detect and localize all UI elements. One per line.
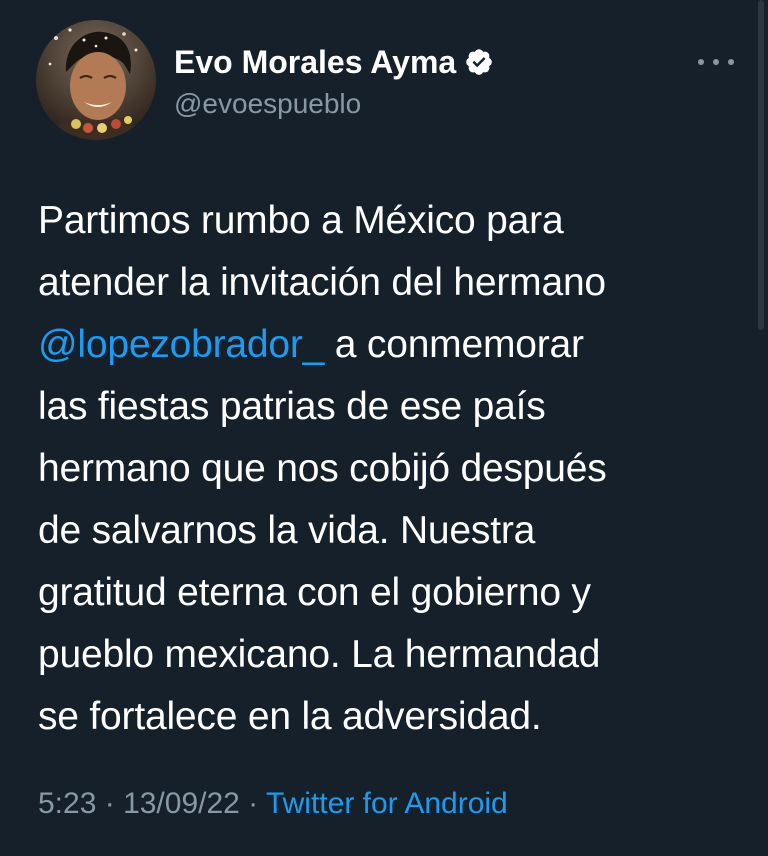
meta-separator: · [239,787,266,820]
tweet-line-text: a conmemorar [324,323,584,366]
author-name-row: Evo Morales Ayma [174,42,494,82]
verified-badge-icon [466,49,492,75]
tweet-time[interactable]: 5:23 [38,787,96,820]
tweet-header: Evo Morales Ayma @evoespueblo [36,20,736,150]
tweet-line: pueblo mexicano. La hermandad [38,633,601,676]
tweet-line-mention: @lopezobrador_ a conmemorar [38,314,738,376]
more-options-icon[interactable] [698,52,734,72]
tweet-line: Partimos rumbo a México para [38,199,564,242]
tweet-line: de salvarnos la vida. Nuestra [38,509,536,552]
tweet-line: las fiestas patrias de ese país [38,385,546,428]
scrollbar[interactable] [758,0,764,330]
tweet-meta: 5:23 · 13/09/22 · Twitter for Android [38,784,508,824]
meta-separator: · [96,787,124,820]
author-display-name[interactable]: Evo Morales Ayma [174,42,456,82]
tweet-line: se fortalece en la adversidad. [38,695,542,738]
more-dot [728,59,734,65]
avatar-photo [36,20,156,140]
tweet-source-link[interactable]: Twitter for Android [266,787,508,820]
more-dot [698,59,704,65]
tweet-body: Partimos rumbo a México para atender la … [38,190,738,748]
tweet-screen: Evo Morales Ayma @evoespueblo Partimos r… [0,0,768,856]
author-handle[interactable]: @evoespueblo [174,86,361,122]
tweet-line: hermano que nos cobijó después [38,447,607,490]
tweet-line: atender la invitación del hermano [38,261,606,304]
tweet-date[interactable]: 13/09/22 [123,787,240,820]
avatar[interactable] [36,20,156,140]
tweet-line: gratitud eterna con el gobierno y [38,571,591,614]
mention-link[interactable]: @lopezobrador_ [38,323,324,366]
more-dot [713,59,719,65]
